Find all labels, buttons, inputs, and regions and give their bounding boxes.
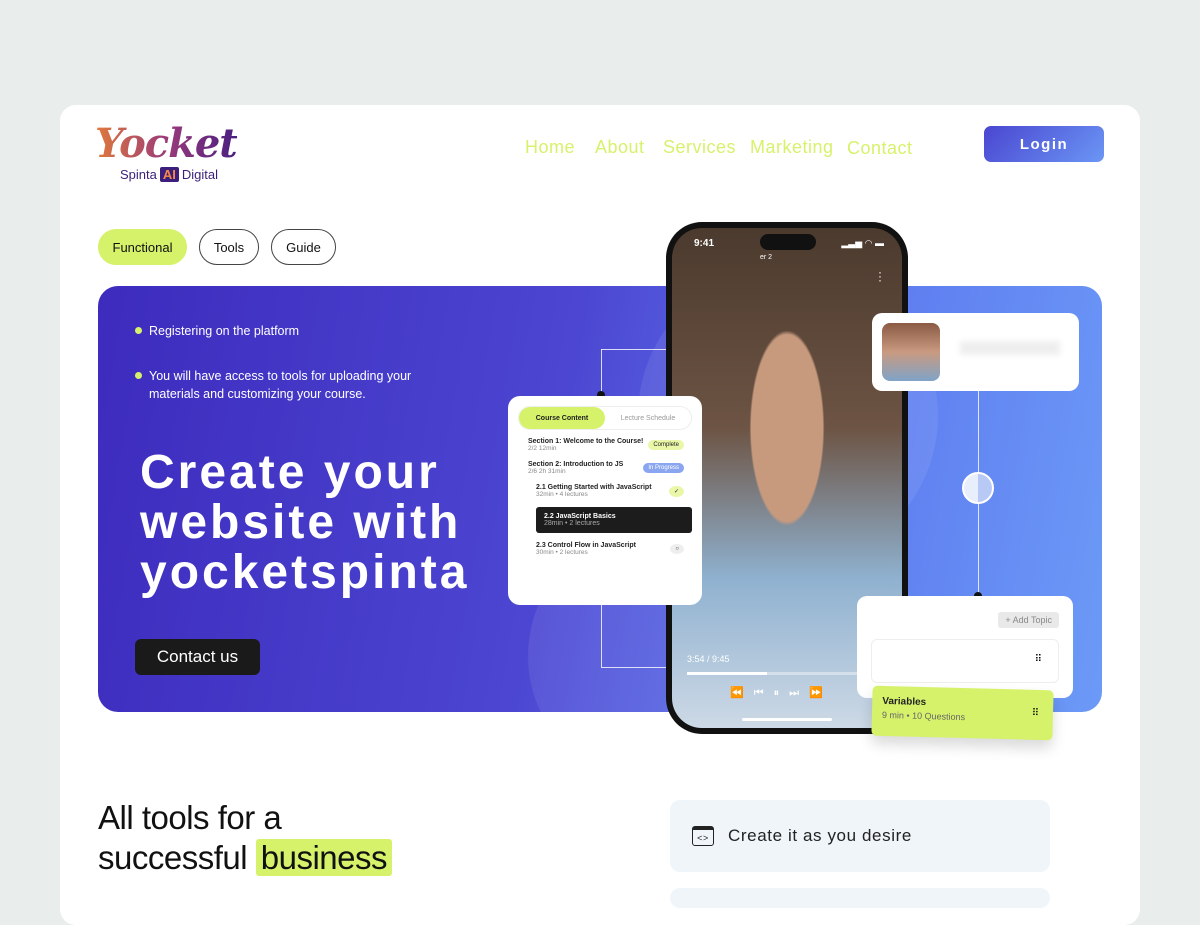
more-icon[interactable]: · · · bbox=[878, 266, 882, 286]
slider-handle[interactable] bbox=[962, 472, 994, 504]
lesson-title: 2.2 JavaScript Basics bbox=[544, 513, 616, 520]
add-topic-button[interactable]: + Add Topic bbox=[998, 612, 1059, 628]
nav-home[interactable]: Home bbox=[525, 137, 575, 158]
hero-headline: Create your website with yocketspinta bbox=[140, 448, 469, 598]
lesson-title: 2.3 Control Flow in JavaScript bbox=[536, 542, 636, 549]
lesson-meta: 28min • 2 lectures bbox=[544, 520, 600, 527]
heading-highlight: business bbox=[255, 839, 392, 876]
heading-word: successful bbox=[98, 839, 248, 876]
variables-topic[interactable]: Variables 9 min • 10 Questions ⠿ bbox=[871, 685, 1054, 741]
login-button[interactable]: Login bbox=[984, 126, 1104, 162]
tab-course-content[interactable]: Course Content bbox=[519, 407, 605, 429]
status-icons: ▂▃▅ ◠ ▬ bbox=[841, 238, 884, 248]
topic-item[interactable]: ⠿ bbox=[871, 639, 1059, 683]
status-badge: In Progress bbox=[643, 463, 684, 473]
section-row[interactable]: Section 1: Welcome to the Course! 2/2 12m… bbox=[518, 438, 692, 452]
video-time: 3:54 / 9:45 bbox=[687, 654, 730, 664]
lesson-meta: 32min • 4 lectures bbox=[536, 491, 588, 498]
logo[interactable]: Yocket bbox=[95, 120, 238, 167]
filter-tools[interactable]: Tools bbox=[199, 229, 259, 265]
filter-functional[interactable]: Functional bbox=[98, 229, 187, 265]
topic-card: + Add Topic ⠿ bbox=[857, 596, 1073, 698]
lock-icon: ○ bbox=[670, 544, 684, 554]
connector-line bbox=[601, 349, 666, 350]
drag-handle-icon[interactable]: ⠿ bbox=[1035, 654, 1042, 665]
check-icon: ✓ bbox=[668, 486, 684, 497]
lesson-row[interactable]: 2.1 Getting Started with JavaScript 32min… bbox=[518, 484, 692, 498]
logo-sub-right: Digital bbox=[181, 167, 218, 182]
instructor-card bbox=[872, 313, 1079, 391]
headline-line: yocketspinta bbox=[140, 546, 470, 599]
phone-notch bbox=[760, 234, 816, 250]
contact-us-button[interactable]: Contact us bbox=[135, 639, 260, 675]
video-caption: er 2 bbox=[760, 254, 773, 261]
blurred-name bbox=[960, 341, 1060, 355]
heading-line: successful business bbox=[98, 838, 392, 878]
headline-line: Create your bbox=[140, 446, 440, 499]
nav-about[interactable]: About bbox=[595, 137, 645, 158]
section-heading: All tools for a successful business bbox=[98, 798, 392, 878]
nav-services[interactable]: Services bbox=[663, 137, 736, 158]
heading-line: All tools for a bbox=[98, 799, 282, 836]
nav-marketing[interactable]: Marketing bbox=[750, 137, 834, 158]
bullet-dot-icon bbox=[135, 372, 142, 379]
headline-line: website with bbox=[140, 496, 462, 549]
feature-item[interactable] bbox=[670, 888, 1050, 908]
nav-contact[interactable]: Contact bbox=[847, 138, 913, 159]
section-meta: 2/2 12min bbox=[528, 445, 557, 452]
playback-controls[interactable]: ⏪⏮⏸⏭⏩ bbox=[730, 686, 833, 700]
status-badge: Complete bbox=[648, 440, 684, 450]
section-row[interactable]: Section 2: Introduction to JS 2/6 2h 31mi… bbox=[518, 461, 692, 475]
hero-bullet: Registering on the platform bbox=[135, 322, 435, 340]
video-progress-fill bbox=[687, 672, 767, 675]
home-indicator bbox=[742, 718, 832, 721]
topic-meta: 9 min • 10 Questions bbox=[881, 709, 966, 723]
hero-bullet-text: Registering on the platform bbox=[149, 324, 300, 338]
lesson-row[interactable]: 2.3 Control Flow in JavaScript 30min • 2 … bbox=[518, 542, 692, 556]
hero-bullet: You will have access to tools for upload… bbox=[135, 367, 425, 403]
hero-bullet-text: You will have access to tools for upload… bbox=[149, 369, 412, 401]
avatar bbox=[882, 323, 940, 381]
course-content-card: Course Content Lecture Schedule Section … bbox=[508, 396, 702, 605]
lesson-meta: 30min • 2 lectures bbox=[536, 549, 588, 556]
section-meta: 2/6 2h 31min bbox=[528, 468, 566, 475]
drag-handle-icon[interactable]: ⠿ bbox=[1032, 708, 1040, 719]
feature-item[interactable]: <> Create it as you desire bbox=[670, 800, 1050, 872]
topic-title: Variables bbox=[882, 695, 927, 709]
tab-lecture-schedule[interactable]: Lecture Schedule bbox=[605, 407, 691, 429]
logo-ai: AI bbox=[159, 167, 179, 182]
bullet-dot-icon bbox=[135, 327, 142, 334]
code-window-icon: <> bbox=[692, 826, 714, 846]
feature-label: Create it as you desire bbox=[728, 826, 912, 845]
lesson-row-active[interactable]: 2.2 JavaScript Basics 28min • 2 lectures bbox=[536, 507, 692, 533]
course-tabs: Course Content Lecture Schedule bbox=[518, 406, 692, 430]
filter-guide[interactable]: Guide bbox=[271, 229, 336, 265]
connector-line bbox=[601, 667, 666, 668]
logo-sub-left: Spinta bbox=[120, 167, 157, 182]
logo-subtitle: Spinta AI Digital bbox=[120, 167, 218, 182]
status-time: 9:41 bbox=[694, 238, 715, 249]
